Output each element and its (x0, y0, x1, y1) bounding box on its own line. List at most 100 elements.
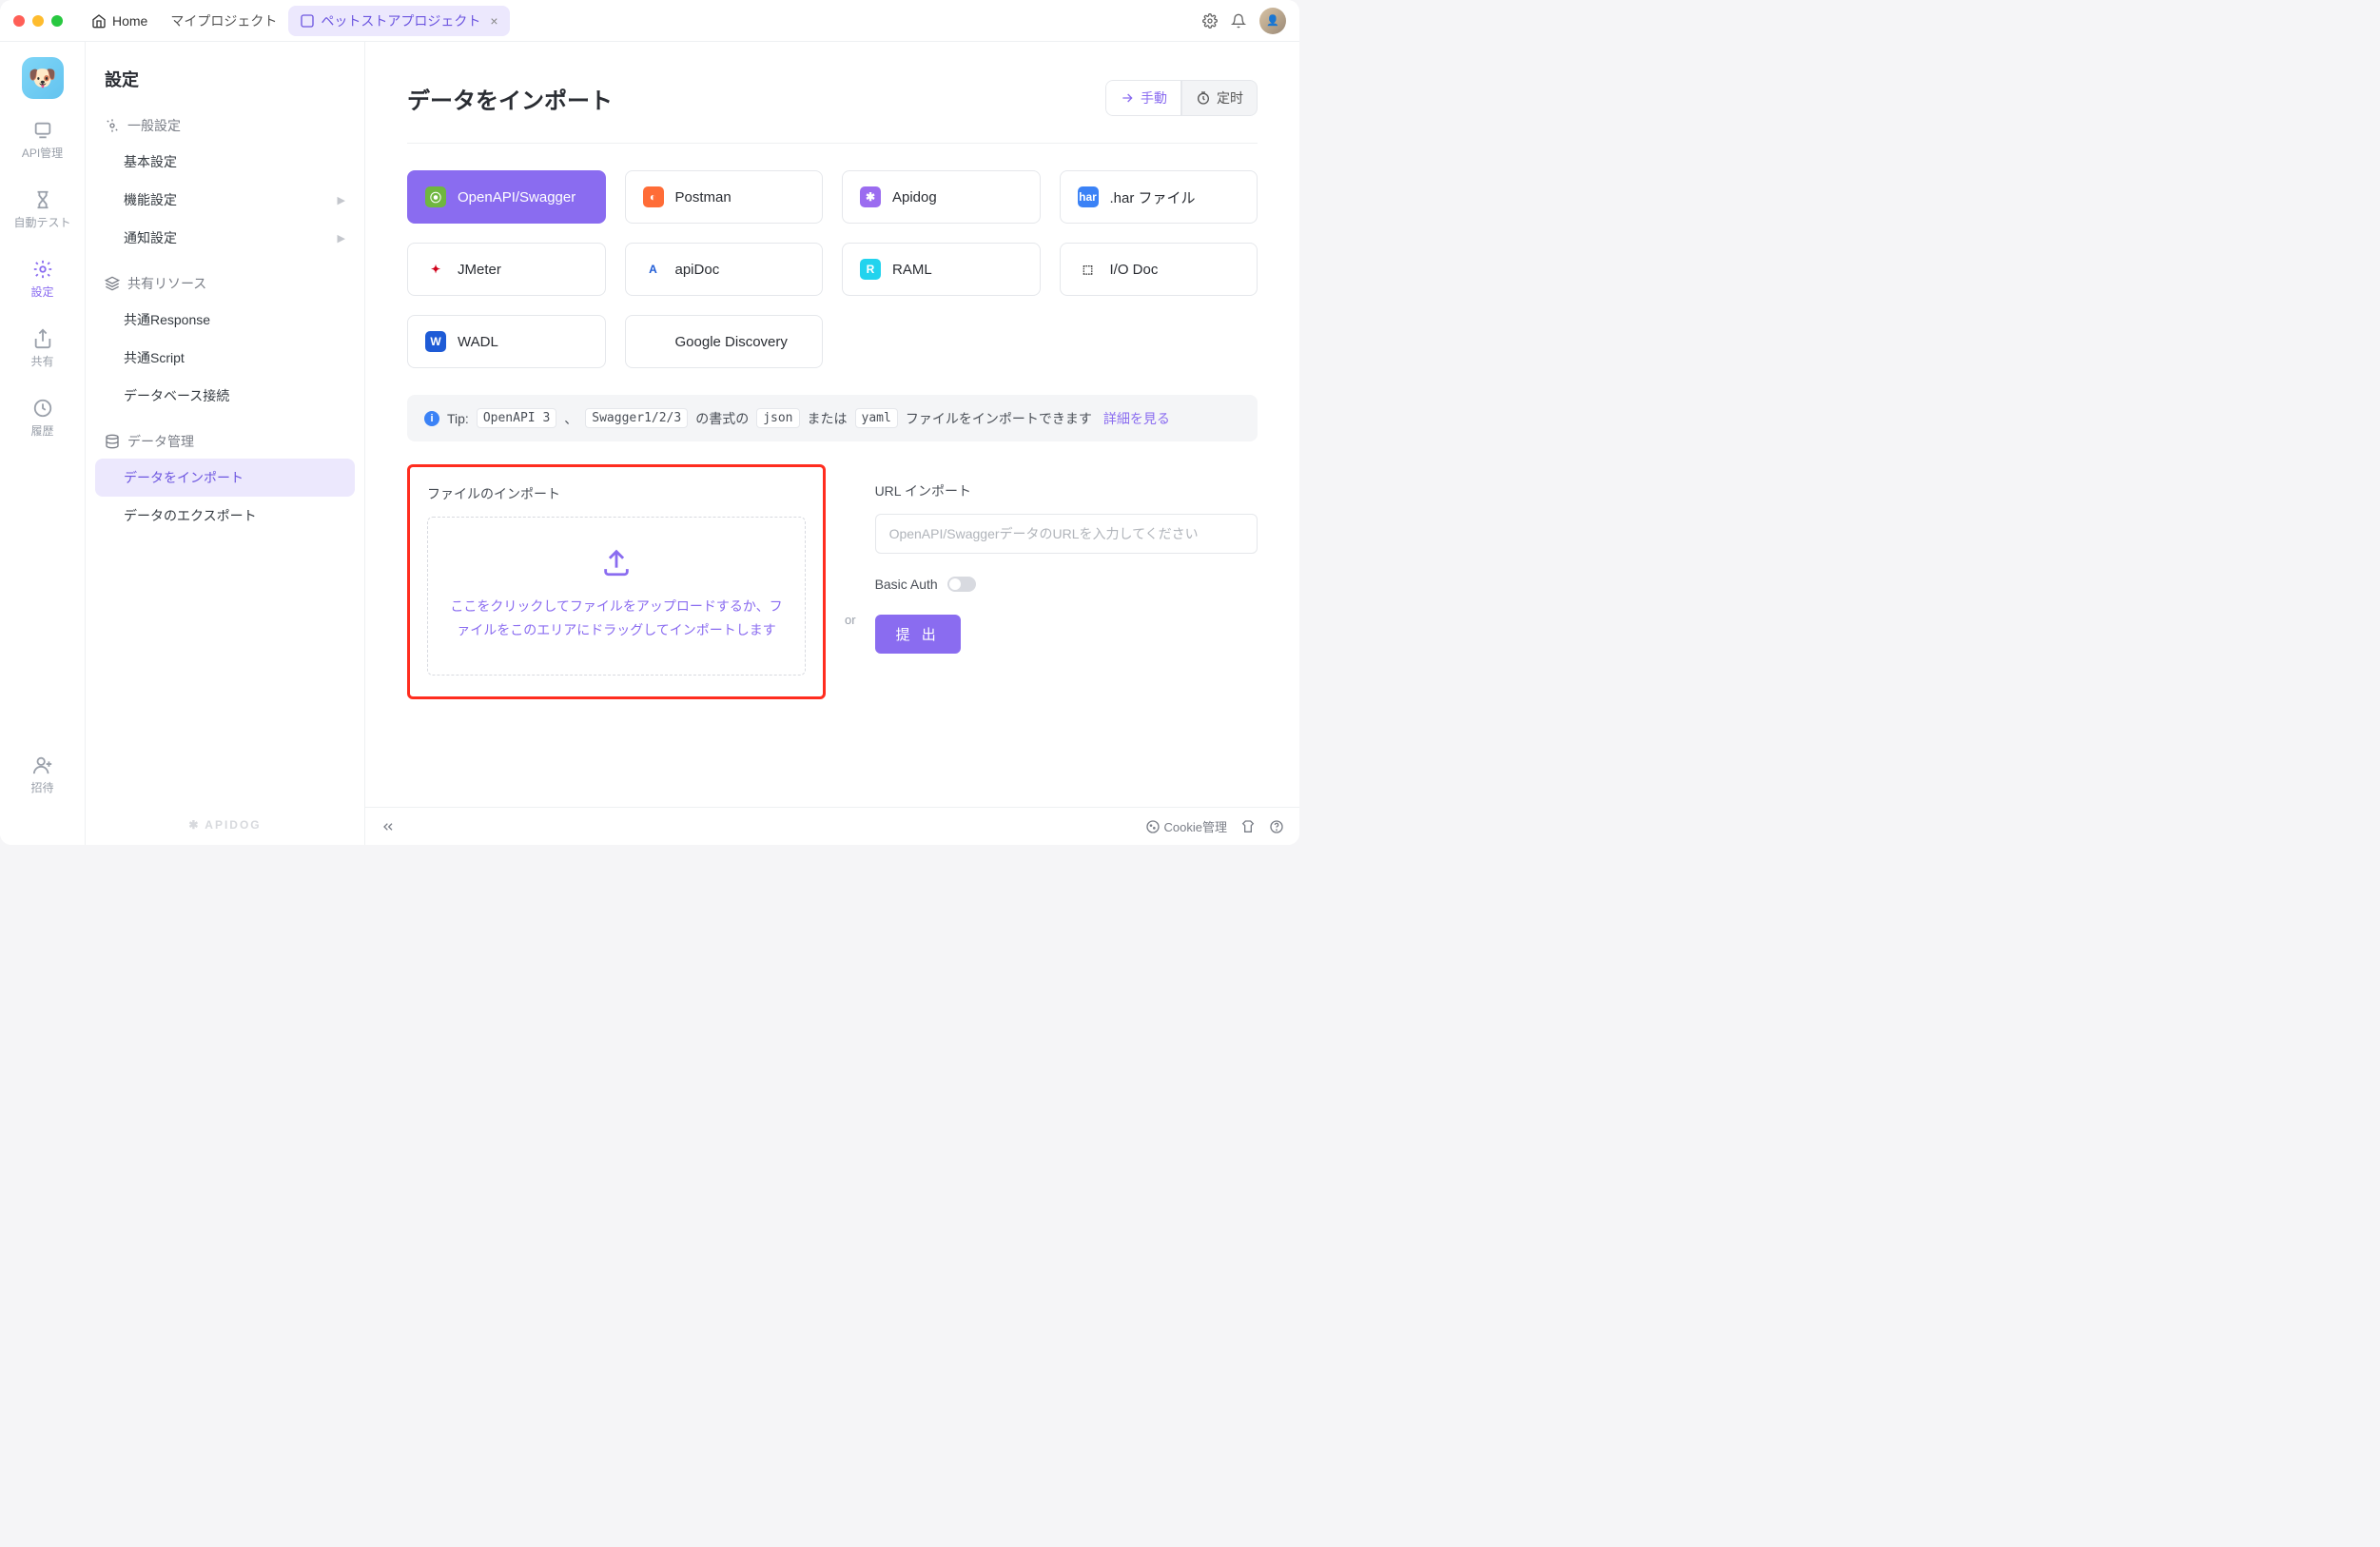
close-icon[interactable]: × (490, 13, 497, 29)
tip-code4: yaml (855, 408, 898, 428)
file-import-block: ファイルのインポート ここをクリックしてファイルをアップロードするか、ファイルを… (407, 464, 826, 699)
seg-manual[interactable]: 手動 (1105, 80, 1181, 116)
invite-icon (32, 754, 53, 775)
minimize-window[interactable] (32, 15, 44, 27)
group-data: データ管理 (95, 424, 355, 459)
tab-active-project-label: ペットストアプロジェクト (321, 11, 480, 30)
card-wadl[interactable]: WWADL (407, 315, 606, 368)
or-label: or (845, 613, 856, 627)
tip-label: Tip: (447, 411, 469, 426)
file-dropzone[interactable]: ここをクリックしてファイルをアップロードするか、ファイルをこのエリアにドラッグし… (427, 517, 806, 676)
url-import-title: URL インポート (875, 481, 1258, 500)
card-gdisc-label: Google Discovery (675, 334, 788, 350)
notify-label: 通知設定 (124, 228, 177, 247)
settings-icon[interactable] (1202, 13, 1218, 29)
tab-my-project-label: マイプロジェクト (170, 11, 277, 30)
sidebar-item-notify[interactable]: 通知設定▶ (95, 219, 355, 257)
settings-rail-icon (32, 259, 53, 280)
home-icon (91, 13, 107, 29)
card-wadl-label: WADL (458, 334, 498, 350)
sidebar-item-import[interactable]: データをインポート (95, 459, 355, 497)
card-iodoc[interactable]: ⬚I/O Doc (1060, 243, 1258, 296)
card-apidoc[interactable]: AapiDoc (625, 243, 824, 296)
tab-my-project[interactable]: マイプロジェクト (159, 6, 288, 36)
maximize-window[interactable] (51, 15, 63, 27)
sidebar-item-feature[interactable]: 機能設定▶ (95, 181, 355, 219)
apidog-icon: ✱ (860, 186, 881, 207)
script-label: 共通Script (124, 348, 185, 367)
cookie-label: Cookie管理 (1164, 817, 1227, 835)
rail-history[interactable]: 履歴 (0, 390, 85, 446)
tab-active-project[interactable]: ペットストアプロジェクト × (288, 6, 509, 36)
card-openapi[interactable]: ⦿ OpenAPI/Swagger (407, 170, 606, 224)
main-content: データをインポート 手動 定时 ⦿ OpenAPI/Swagger ◐Postma… (365, 42, 1299, 845)
close-window[interactable] (13, 15, 25, 27)
dropzone-text: ここをクリックしてファイルをアップロードするか、ファイルをこのエリアにドラッグし… (447, 595, 786, 642)
rail-autotest[interactable]: 自動テスト (0, 182, 85, 238)
sidebar-item-basic[interactable]: 基本設定 (95, 143, 355, 181)
import-mode-segment: 手動 定时 (1105, 80, 1258, 116)
rail-api[interactable]: API管理 (0, 112, 85, 168)
tab-home[interactable]: Home (80, 8, 159, 34)
rail-share[interactable]: 共有 (0, 321, 85, 377)
api-icon (32, 120, 53, 141)
card-har[interactable]: har.har ファイル (1060, 170, 1258, 224)
share-icon (32, 328, 53, 349)
sidebar-item-script[interactable]: 共通Script (95, 339, 355, 377)
card-postman[interactable]: ◐Postman (625, 170, 824, 224)
avatar[interactable]: 👤 (1259, 8, 1286, 34)
database-icon (105, 434, 120, 449)
tip-code2: Swagger1/2/3 (585, 408, 688, 428)
group-shared: 共有リソース (95, 266, 355, 301)
sidebar-item-db[interactable]: データベース接続 (95, 377, 355, 415)
openapi-icon: ⦿ (425, 186, 446, 207)
gdisc-icon: ✳ (643, 331, 664, 352)
tip-banner: i Tip: OpenAPI 3 、 Swagger1/2/3 の書式の jso… (407, 395, 1258, 441)
basic-auth-toggle[interactable] (947, 577, 976, 592)
tip-code3: json (756, 408, 799, 428)
brand-label: ✱ APIDOG (86, 818, 364, 832)
card-apidog-label: Apidog (892, 189, 937, 206)
page-title: データをインポート (407, 82, 1086, 115)
tip-link[interactable]: 詳細を見る (1103, 409, 1170, 428)
submit-button[interactable]: 提 出 (875, 615, 961, 654)
app-logo[interactable]: 🐶 (22, 57, 64, 99)
db-label: データベース接続 (124, 386, 229, 405)
import-label: データをインポート (124, 468, 244, 487)
clock-icon (1196, 90, 1211, 106)
url-input[interactable] (875, 514, 1258, 554)
titlebar: Home マイプロジェクト ペットストアプロジェクト × 👤 (0, 0, 1299, 42)
rail-settings-label: 設定 (30, 284, 53, 300)
response-label: 共通Response (124, 310, 210, 329)
rail-settings[interactable]: 設定 (0, 251, 85, 307)
nav-rail: 🐶 API管理 自動テスト 設定 共有 履歴 (0, 42, 86, 845)
card-gdisc[interactable]: ✳ Google Discovery (625, 315, 824, 368)
iodoc-icon: ⬚ (1078, 259, 1099, 280)
jmeter-icon: ✦ (425, 259, 446, 280)
card-raml[interactable]: RRAML (842, 243, 1041, 296)
card-apidog[interactable]: ✱ Apidog (842, 170, 1041, 224)
collapse-icon[interactable] (380, 819, 396, 834)
card-openapi-label: OpenAPI/Swagger (458, 189, 575, 206)
rail-invite-label: 招待 (30, 779, 53, 795)
group-general: 一般設定 (95, 108, 355, 143)
basic-auth-label: Basic Auth (875, 577, 938, 592)
shirt-icon[interactable] (1240, 819, 1256, 834)
info-icon: i (424, 411, 439, 426)
card-jmeter[interactable]: ✦ JMeter (407, 243, 606, 296)
card-jmeter-label: JMeter (458, 262, 501, 278)
cookie-chip[interactable]: Cookie管理 (1145, 817, 1227, 835)
file-import-title: ファイルのインポート (427, 484, 806, 503)
project-icon (300, 13, 315, 29)
seg-scheduled[interactable]: 定时 (1181, 80, 1258, 116)
rail-share-label: 共有 (30, 353, 53, 369)
sidebar-item-response[interactable]: 共通Response (95, 301, 355, 339)
card-postman-label: Postman (675, 189, 732, 206)
apidoc-icon: A (643, 259, 664, 280)
help-icon[interactable] (1269, 819, 1284, 834)
bell-icon[interactable] (1231, 13, 1246, 29)
sidebar-item-export[interactable]: データのエクスポート (95, 497, 355, 535)
layers-icon (105, 276, 120, 291)
rail-invite[interactable]: 招待 (0, 747, 85, 803)
basic-label: 基本設定 (124, 152, 177, 171)
